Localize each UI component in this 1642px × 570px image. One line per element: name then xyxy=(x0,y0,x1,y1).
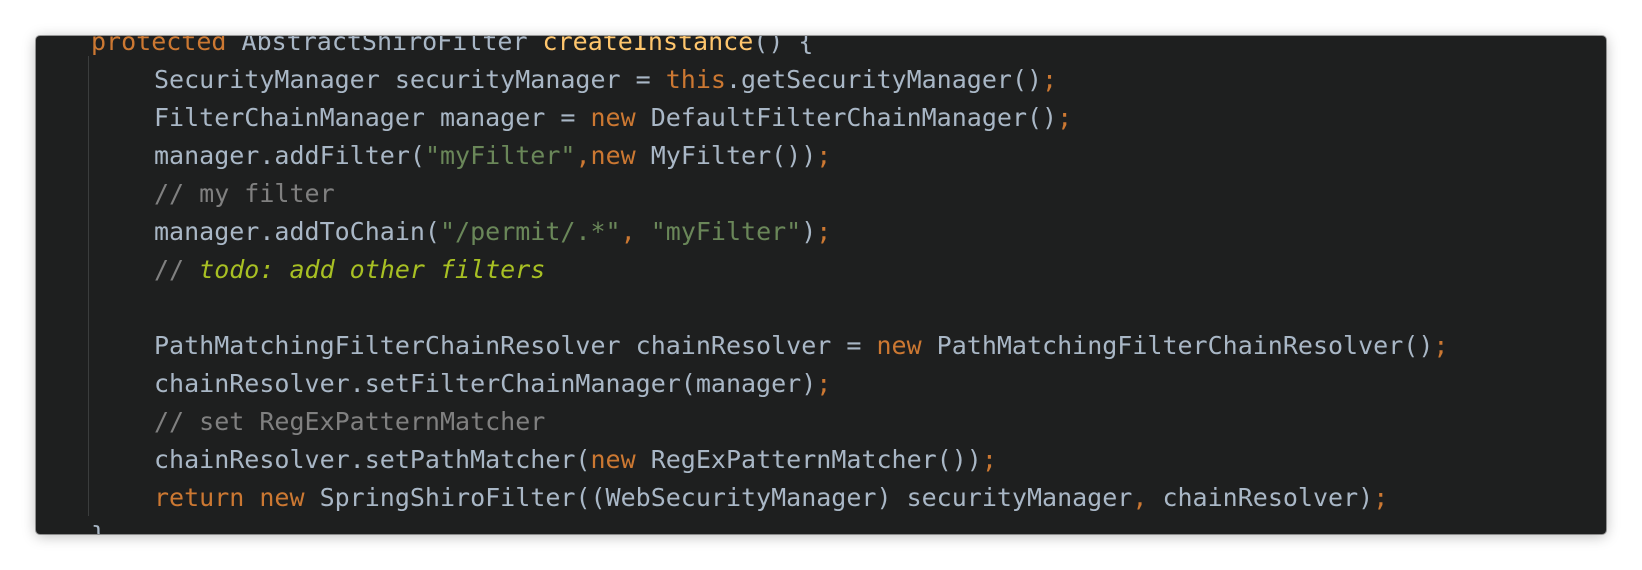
code-line: return new SpringShiroFilter((WebSecurit… xyxy=(36,479,1606,517)
code-token: SecurityManager securityManager = xyxy=(154,65,666,94)
code-line: SecurityManager securityManager = this.g… xyxy=(36,61,1606,99)
code-token: return new xyxy=(154,483,305,512)
code-token: ; xyxy=(981,445,997,474)
code-token: chainResolver.setPathMatcher( xyxy=(154,445,591,474)
code-editor-window: protected AbstractShiroFilter createInst… xyxy=(36,36,1606,534)
code-token: chainResolver.setFilterChainManager(mana… xyxy=(154,369,817,398)
code-token: ; xyxy=(1373,483,1389,512)
code-token: } xyxy=(91,521,106,534)
code-token: .getSecurityManager() xyxy=(725,65,1043,94)
code-token: AbstractShiroFilter xyxy=(226,36,543,56)
code-line: FilterChainManager manager = new Default… xyxy=(36,99,1606,137)
code-token: "/permit/.*" xyxy=(439,217,621,246)
code-token: ; xyxy=(1433,331,1449,360)
code-token: ; xyxy=(816,141,832,170)
code-line: manager.addFilter("myFilter",new MyFilte… xyxy=(36,137,1606,175)
code-token: RegExPatternMatcher()) xyxy=(635,445,982,474)
code-token: "myFilter" xyxy=(650,217,802,246)
code-token: manager.addFilter( xyxy=(154,141,425,170)
code-token: ; xyxy=(1057,103,1073,132)
code-token: new xyxy=(590,445,636,474)
code-token: // set RegExPatternMatcher xyxy=(154,407,546,436)
code-token: DefaultFilterChainManager() xyxy=(635,103,1058,132)
code-line: // set RegExPatternMatcher xyxy=(36,403,1606,441)
code-token: () { xyxy=(753,36,814,56)
code-line: manager.addToChain("/permit/.*", "myFilt… xyxy=(36,213,1606,251)
code-line: PathMatchingFilterChainResolver chainRes… xyxy=(36,327,1606,365)
code-token: , xyxy=(620,217,651,246)
code-area[interactable]: protected AbstractShiroFilter createInst… xyxy=(36,36,1606,534)
code-token: , xyxy=(1132,483,1148,512)
code-line: protected AbstractShiroFilter createInst… xyxy=(36,36,1606,61)
code-token: // my filter xyxy=(154,179,335,208)
code-line: // todo: add other filters xyxy=(36,251,1606,289)
code-token: todo: add other filters xyxy=(199,255,546,284)
code-token: ; xyxy=(1042,65,1058,94)
code-token: SpringShiroFilter((WebSecurityManager) s… xyxy=(304,483,1133,512)
code-line: chainResolver.setPathMatcher(new RegExPa… xyxy=(36,441,1606,479)
code-line: chainResolver.setFilterChainManager(mana… xyxy=(36,365,1606,403)
code-token: protected xyxy=(91,36,227,56)
code-token: new xyxy=(590,103,636,132)
code-token: createInstance xyxy=(542,36,754,56)
code-token: manager.addToChain( xyxy=(154,217,440,246)
code-token: ; xyxy=(816,217,832,246)
code-line: } xyxy=(36,517,1606,534)
code-token: ) xyxy=(801,217,817,246)
code-token: PathMatchingFilterChainResolver chainRes… xyxy=(154,331,877,360)
code-token: , xyxy=(575,141,591,170)
code-token: PathMatchingFilterChainResolver() xyxy=(921,331,1434,360)
code-token: ; xyxy=(816,369,832,398)
code-token: "myFilter" xyxy=(424,141,576,170)
code-token: // xyxy=(154,255,200,284)
code-line: // my filter xyxy=(36,175,1606,213)
code-token: FilterChainManager manager = xyxy=(154,103,591,132)
code-token: new xyxy=(590,141,636,170)
code-token: chainResolver) xyxy=(1147,483,1374,512)
code-token: this xyxy=(665,65,726,94)
code-token: MyFilter()) xyxy=(635,141,817,170)
code-token: new xyxy=(876,331,922,360)
